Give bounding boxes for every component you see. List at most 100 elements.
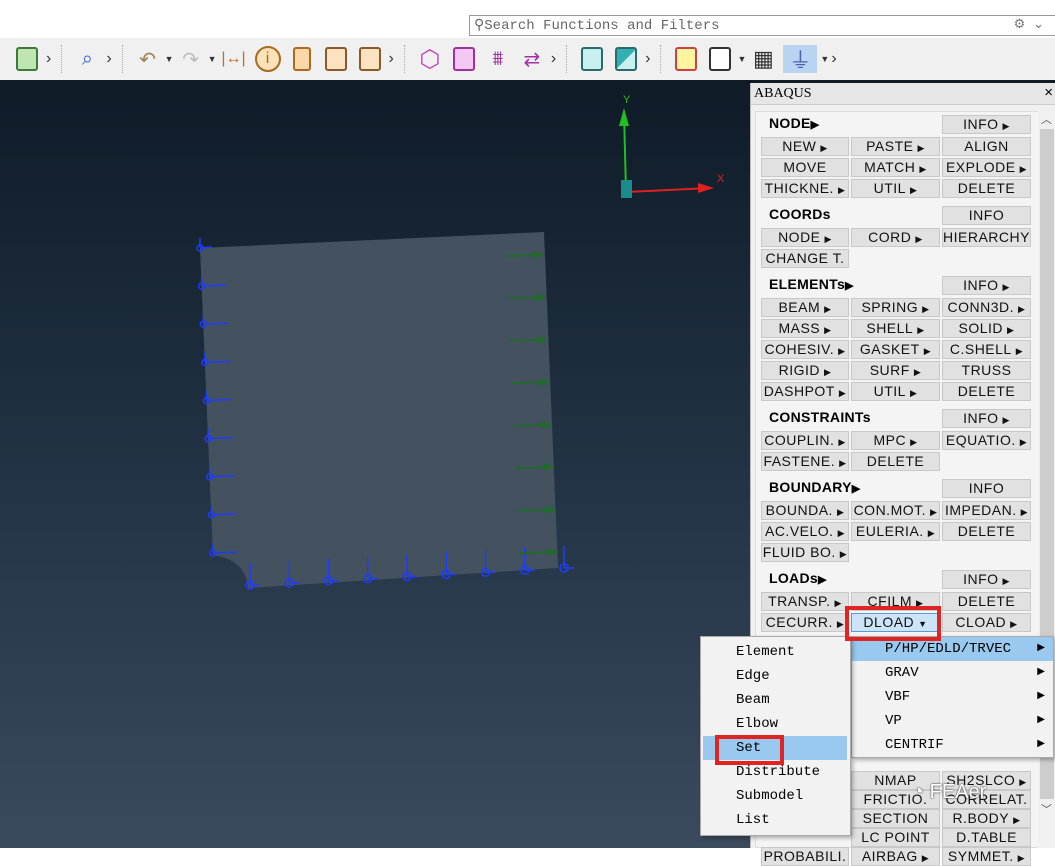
button-node[interactable]: NODE ▶ xyxy=(761,228,849,247)
info-button[interactable]: INFO xyxy=(942,479,1031,498)
menu-item-beam[interactable]: Beam xyxy=(701,688,850,712)
button-beam[interactable]: BEAM ▶ xyxy=(761,298,849,317)
button-move[interactable]: MOVE xyxy=(761,158,849,177)
button-rigid[interactable]: RIGID ▶ xyxy=(761,361,849,380)
button-thickne-[interactable]: THICKNE. ▶ xyxy=(761,179,849,198)
button-d-table[interactable]: D.TABLE xyxy=(942,828,1031,847)
button-impedan-[interactable]: IMPEDAN. ▶ xyxy=(942,501,1031,520)
script-icon[interactable] xyxy=(13,45,41,73)
info-button[interactable]: INFO ▶ xyxy=(942,409,1031,428)
section-header[interactable]: BOUNDARY▶ xyxy=(769,479,861,495)
section-header[interactable]: CONSTRAINTs xyxy=(769,409,871,425)
hexagon-icon[interactable]: ⬡ xyxy=(416,45,444,73)
button-gasket[interactable]: GASKET ▶ xyxy=(851,340,940,359)
button-solid[interactable]: SOLID ▶ xyxy=(942,319,1031,338)
button-symmet-[interactable]: SYMMET. ▶ xyxy=(942,847,1031,866)
button-probabili-[interactable]: PROBABILI. xyxy=(761,847,849,866)
grid-icon[interactable] xyxy=(706,45,734,73)
info-button[interactable]: INFO ▶ xyxy=(942,276,1031,295)
menu-item-elbow[interactable]: Elbow xyxy=(701,712,850,736)
button-match[interactable]: MATCH ▶ xyxy=(851,158,940,177)
button-mpc[interactable]: MPC ▶ xyxy=(851,431,940,450)
submenu-arrow-icon: ▶ xyxy=(917,143,925,153)
split-icon[interactable]: ⩩ xyxy=(484,45,512,73)
notes-icon[interactable] xyxy=(578,45,606,73)
close-icon[interactable]: × xyxy=(1044,84,1053,101)
button-c-shell[interactable]: C.SHELL ▶ xyxy=(942,340,1031,359)
button-lc-point[interactable]: LC POINT xyxy=(851,828,940,847)
button-change-t-[interactable]: CHANGE T. xyxy=(761,249,849,268)
mesh-icon[interactable]: ▦ xyxy=(749,45,777,73)
button-airbag[interactable]: AIRBAG ▶ xyxy=(851,847,940,866)
frame-icon[interactable] xyxy=(450,45,478,73)
button-fluid-bo-[interactable]: FLUID BO. ▶ xyxy=(761,543,849,562)
menu-item-centrif[interactable]: CENTRIF ▶ xyxy=(852,733,1053,757)
display-icon[interactable] xyxy=(612,45,640,73)
probe-icon[interactable]: ⏚ xyxy=(783,45,818,73)
menu-item-element[interactable]: Element xyxy=(701,640,850,664)
menu-item-vp[interactable]: VP ▶ xyxy=(852,709,1053,733)
menu-item-edge[interactable]: Edge xyxy=(701,664,850,688)
button-cload[interactable]: CLOAD ▶ xyxy=(942,613,1031,632)
menu-item-vbf[interactable]: VBF ▶ xyxy=(852,685,1053,709)
menu-item-grav[interactable]: GRAV ▶ xyxy=(852,661,1053,685)
button-couplin-[interactable]: COUPLIN. ▶ xyxy=(761,431,849,450)
submenu-arrow-icon: ▶ xyxy=(839,549,848,559)
measure-icon[interactable]: |↔| xyxy=(220,45,248,73)
yellow-frame-icon[interactable] xyxy=(672,45,700,73)
button-align[interactable]: ALIGN xyxy=(942,137,1031,156)
button-section[interactable]: SECTION xyxy=(851,809,940,828)
submenu-arrow-icon: ▶ xyxy=(1037,715,1045,726)
button-conn3d-[interactable]: CONN3D. ▶ xyxy=(942,298,1031,317)
button-paste[interactable]: PASTE ▶ xyxy=(851,137,940,156)
button-surf[interactable]: SURF ▶ xyxy=(851,361,940,380)
button-util[interactable]: UTIL ▶ xyxy=(851,179,940,198)
button-bounda-[interactable]: BOUNDA. ▶ xyxy=(761,501,849,520)
menu-item-submodel[interactable]: Submodel xyxy=(701,784,850,808)
section-header[interactable]: COORDs xyxy=(769,206,831,222)
edit-table-icon[interactable] xyxy=(322,45,350,73)
zoom-box-icon[interactable]: ⌕ xyxy=(73,45,101,73)
button-transp-[interactable]: TRANSP. ▶ xyxy=(761,592,849,611)
info-button[interactable]: INFO ▶ xyxy=(942,570,1031,589)
button-delete[interactable]: DELETE xyxy=(942,382,1031,401)
button-con-mot-[interactable]: CON.MOT. ▶ xyxy=(851,501,940,520)
button-mass[interactable]: MASS ▶ xyxy=(761,319,849,338)
button-cecurr-[interactable]: CECURR. ▶ xyxy=(761,613,849,632)
info-icon[interactable]: i xyxy=(254,45,282,73)
search-input[interactable]: ⚲ Search Functions and Filters ⚙ ⌄ xyxy=(469,15,1055,36)
swap-icon[interactable]: ⇄ xyxy=(518,45,546,73)
button-delete[interactable]: DELETE xyxy=(942,522,1031,541)
button-shell[interactable]: SHELL ▶ xyxy=(851,319,940,338)
button-spring[interactable]: SPRING ▶ xyxy=(851,298,940,317)
button-hierarchy[interactable]: HIERARCHY xyxy=(942,228,1031,247)
gear-icon[interactable]: ⚙ ⌄ xyxy=(1014,17,1044,32)
button-explode[interactable]: EXPLODE ▶ xyxy=(942,158,1031,177)
button-delete[interactable]: DELETE xyxy=(851,452,940,471)
button-new[interactable]: NEW ▶ xyxy=(761,137,849,156)
button-delete[interactable]: DELETE xyxy=(942,179,1031,198)
info-button[interactable]: INFO xyxy=(942,206,1031,225)
button-delete[interactable]: DELETE xyxy=(942,592,1031,611)
info-button[interactable]: INFO ▶ xyxy=(942,115,1031,134)
button-fastene-[interactable]: FASTENE. ▶ xyxy=(761,452,849,471)
undo-icon[interactable]: ↶ xyxy=(134,45,162,73)
delete-icon[interactable] xyxy=(288,45,316,73)
section-header[interactable]: ELEMENTs▶ xyxy=(769,276,854,292)
scroll-up-icon[interactable]: ︿ xyxy=(1041,111,1052,127)
check-table-icon[interactable] xyxy=(356,45,384,73)
button-dashpot[interactable]: DASHPOT ▶ xyxy=(761,382,849,401)
section-header[interactable]: LOADs▶ xyxy=(769,570,827,586)
menu-item-list[interactable]: List xyxy=(701,808,850,832)
button-truss[interactable]: TRUSS xyxy=(942,361,1031,380)
button-equatio-[interactable]: EQUATIO. ▶ xyxy=(942,431,1031,450)
redo-icon[interactable]: ↷ xyxy=(177,45,205,73)
button-util[interactable]: UTIL ▶ xyxy=(851,382,940,401)
section-header[interactable]: NODE▶ xyxy=(769,115,819,131)
button-cohesiv-[interactable]: COHESIV. ▶ xyxy=(761,340,849,359)
button-cord[interactable]: CORD ▶ xyxy=(851,228,940,247)
button-ac-velo-[interactable]: AC.VELO. ▶ xyxy=(761,522,849,541)
button-euleria-[interactable]: EULERIA. ▶ xyxy=(851,522,940,541)
scroll-down-icon[interactable]: ﹀ xyxy=(1041,801,1052,817)
button-r-body[interactable]: R.BODY ▶ xyxy=(942,809,1031,828)
